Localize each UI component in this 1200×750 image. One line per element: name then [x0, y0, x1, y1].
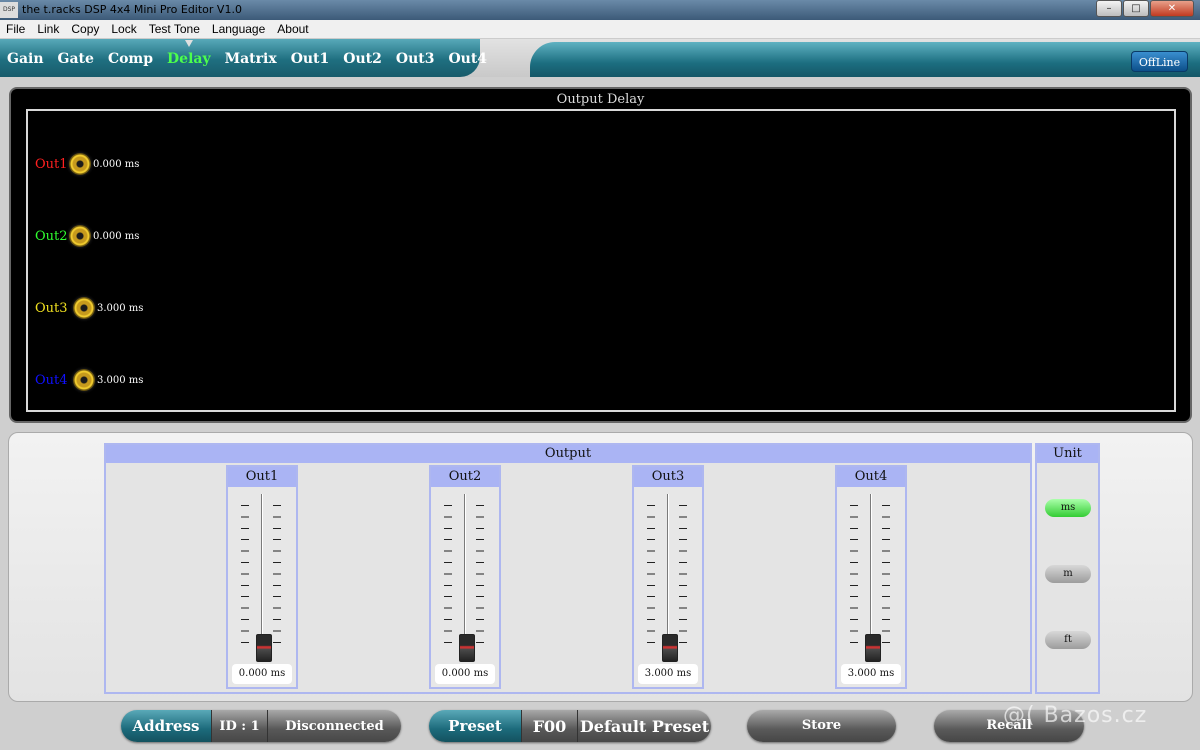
unit-header: Unit [1037, 445, 1098, 463]
tab-bar: Gain Gate Comp Delay Matrix Out1 Out2 Ou… [0, 39, 1200, 77]
fader-label-out1: Out1 [228, 467, 296, 487]
delay-knob-out2[interactable] [69, 225, 91, 247]
delay-label-out1: Out1 [35, 156, 68, 172]
fader-scale [850, 505, 858, 645]
output-header: Output [106, 445, 1030, 463]
menu-test-tone[interactable]: Test Tone [143, 20, 206, 38]
menu-bar: File Link Copy Lock Test Tone Language A… [0, 20, 1200, 39]
delay-knob-out1[interactable] [69, 153, 91, 175]
fader-value-out1[interactable]: 0.000 ms [232, 664, 292, 684]
delay-row-out1: Out1 0.000 ms [35, 153, 140, 175]
tab-bar-right: OffLine [530, 42, 1200, 77]
delay-label-out3: Out3 [35, 300, 68, 316]
fader-scale [882, 505, 890, 645]
offline-button[interactable]: OffLine [1131, 51, 1188, 72]
fader-track [261, 494, 263, 654]
tab-gate[interactable]: Gate [51, 39, 101, 77]
app-icon: DSP [0, 2, 18, 18]
window-title: the t.racks DSP 4x4 Mini Pro Editor V1.0 [22, 3, 242, 16]
fader-value-out4[interactable]: 3.000 ms [841, 664, 901, 684]
fader-scale [679, 505, 687, 645]
tab-out2[interactable]: Out2 [336, 39, 389, 77]
minimize-icon[interactable]: – [1096, 0, 1122, 17]
watermark: @( Bazos.cz [1003, 703, 1148, 728]
unit-group: Unit ms m ft [1035, 443, 1100, 694]
title-bar: DSP the t.racks DSP 4x4 Mini Pro Editor … [0, 0, 1200, 20]
unit-ft-button[interactable]: ft [1045, 631, 1091, 649]
menu-lock[interactable]: Lock [105, 20, 142, 38]
address-bar: Address ID : 1 Disconnected [121, 710, 401, 742]
tab-comp[interactable]: Comp [101, 39, 160, 77]
menu-language[interactable]: Language [206, 20, 271, 38]
fader-scale [647, 505, 655, 645]
menu-file[interactable]: File [0, 20, 31, 38]
delay-row-out2: Out2 0.000 ms [35, 225, 140, 247]
fader-value-out2[interactable]: 0.000 ms [435, 664, 495, 684]
delay-row-out3: Out3 3.000 ms [35, 297, 144, 319]
fader-track [870, 494, 872, 654]
fader-scale [241, 505, 249, 645]
fader-track [464, 494, 466, 654]
fader-track [667, 494, 669, 654]
unit-ms-button[interactable]: ms [1045, 499, 1091, 517]
menu-link[interactable]: Link [31, 20, 65, 38]
delay-knob-out3[interactable] [73, 297, 95, 319]
preset-label: Preset [429, 710, 521, 742]
unit-m-button[interactable]: m [1045, 565, 1091, 583]
address-label: Address [121, 710, 211, 742]
fader-scale [444, 505, 452, 645]
fader-handle-out3[interactable] [662, 634, 678, 662]
tab-matrix[interactable]: Matrix [218, 39, 284, 77]
preset-code: F00 [521, 710, 577, 742]
connection-status: Disconnected [267, 710, 401, 742]
menu-copy[interactable]: Copy [65, 20, 105, 38]
fader-out3: Out3 3.000 ms [632, 465, 704, 689]
close-icon[interactable]: ✕ [1150, 0, 1194, 17]
delay-row-out4: Out4 3.000 ms [35, 369, 144, 391]
delay-knob-out4[interactable] [73, 369, 95, 391]
fader-handle-out4[interactable] [865, 634, 881, 662]
fader-value-out3[interactable]: 3.000 ms [638, 664, 698, 684]
maximize-icon[interactable]: □ [1123, 0, 1149, 17]
fader-label-out2: Out2 [431, 467, 499, 487]
fader-scale [476, 505, 484, 645]
fader-out4: Out4 3.000 ms [835, 465, 907, 689]
fader-scale [273, 505, 281, 645]
output-delay-panel: Output Delay Out1 0.000 ms Out2 0.000 ms… [9, 87, 1192, 423]
device-id: ID : 1 [211, 710, 267, 742]
delay-value-out2: 0.000 ms [93, 230, 140, 242]
output-delay-frame [26, 109, 1176, 412]
fader-label-out3: Out3 [634, 467, 702, 487]
output-delay-title: Output Delay [556, 92, 645, 107]
preset-name: Default Preset [577, 710, 711, 742]
tab-out4[interactable]: Out4 [441, 39, 494, 77]
fader-out2: Out2 0.000 ms [429, 465, 501, 689]
tab-delay[interactable]: Delay [160, 39, 218, 77]
tab-gain[interactable]: Gain [0, 39, 51, 77]
delay-value-out3: 3.000 ms [97, 302, 144, 314]
active-tab-marker-icon [184, 40, 193, 47]
delay-value-out1: 0.000 ms [93, 158, 140, 170]
menu-about[interactable]: About [271, 20, 314, 38]
tab-out3[interactable]: Out3 [389, 39, 442, 77]
tab-out1[interactable]: Out1 [284, 39, 337, 77]
tab-delay-label: Delay [167, 51, 211, 67]
fader-out1: Out1 0.000 ms [226, 465, 298, 689]
store-button[interactable]: Store [747, 710, 896, 742]
fader-handle-out1[interactable] [256, 634, 272, 662]
delay-label-out2: Out2 [35, 228, 68, 244]
delay-label-out4: Out4 [35, 372, 68, 388]
delay-value-out4: 3.000 ms [97, 374, 144, 386]
fader-handle-out2[interactable] [459, 634, 475, 662]
preset-bar: Preset F00 Default Preset [429, 710, 711, 742]
fader-label-out4: Out4 [837, 467, 905, 487]
